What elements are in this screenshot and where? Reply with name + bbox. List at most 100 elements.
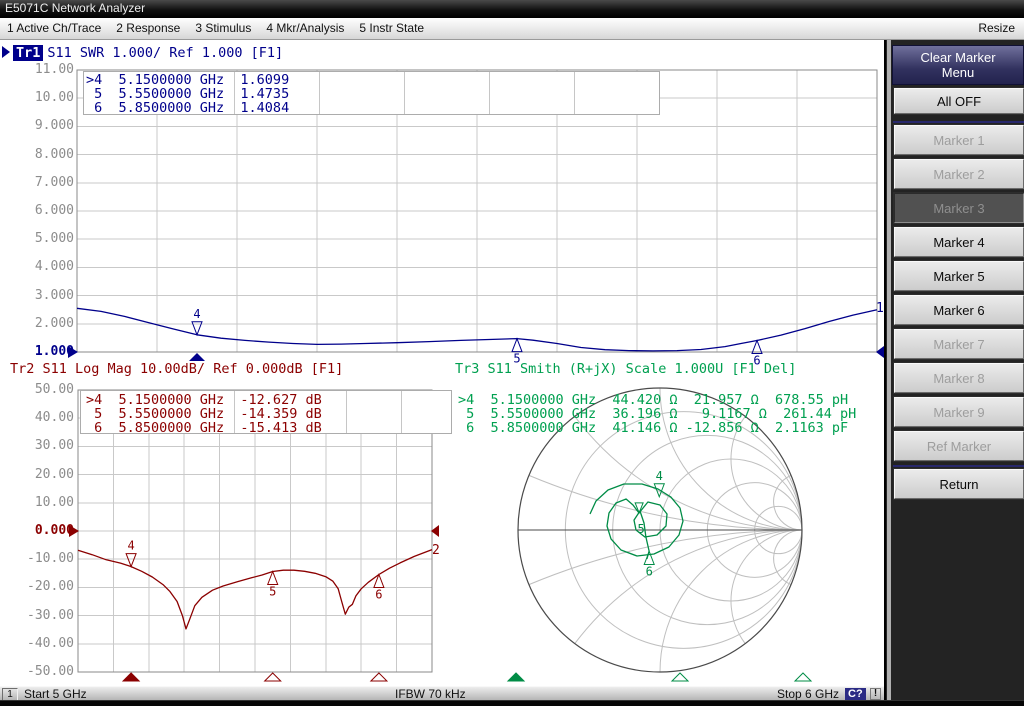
softkey-ref-marker[interactable]: Ref Marker xyxy=(894,431,1024,461)
menu-item[interactable]: 3 Stimulus xyxy=(195,18,251,39)
table-column-separator xyxy=(404,72,405,114)
tr3-header: Tr3 S11 Smith (R+jX) Scale 1.000U [F1 De… xyxy=(455,361,796,377)
softkey-marker-3[interactable]: Marker 3 xyxy=(894,193,1024,223)
marker-stimulus-triangle[interactable] xyxy=(795,673,811,681)
smith-reactance-arc xyxy=(731,530,802,644)
marker-stimulus-triangle[interactable] xyxy=(189,353,205,361)
resize-button[interactable]: Resize xyxy=(978,18,1015,39)
alert-indicator: ! xyxy=(870,688,881,700)
softkey-panel: Clear Marker Menu All OFF Marker 1 Marker … xyxy=(884,40,1024,700)
marker-readout-row: >4 5.1500000 GHz 44.420 Ω 21.957 Ω 678.5… xyxy=(458,393,856,407)
y-tick-label: 1.000 xyxy=(20,344,74,359)
window-title-bar: E5071C Network Analyzer xyxy=(0,0,1024,18)
tr2-trace-number: 2 xyxy=(432,543,440,558)
tr1-badge[interactable]: Tr1 xyxy=(13,45,43,61)
menu-item[interactable]: 4 Mkr/Analysis xyxy=(266,18,344,39)
table-column-separator xyxy=(319,72,320,114)
tr1-marker[interactable] xyxy=(512,339,522,352)
marker-stimulus-triangle[interactable] xyxy=(265,673,281,681)
tr2-marker[interactable] xyxy=(268,571,278,584)
softkey-marker-4[interactable]: Marker 4 xyxy=(894,227,1024,257)
y-tick-label: 11.00 xyxy=(20,62,74,77)
marker-readout-row: 6 5.8500000 GHz 1.4084 xyxy=(86,101,289,115)
marker-stimulus-triangle[interactable] xyxy=(123,673,139,681)
y-tick-label: 50.00 xyxy=(20,382,74,397)
analyzer-screen: E5071C Network Analyzer 1 Active Ch/Trac… xyxy=(0,0,1024,706)
marker-readout-row: >4 5.1500000 GHz -12.627 dB xyxy=(86,393,322,407)
marker-readout-row: 5 5.5500000 GHz 36.196 Ω 9.1167 Ω 261.44… xyxy=(458,407,856,421)
marker-number-label: 5 xyxy=(638,522,645,536)
y-tick-label: -40.00 xyxy=(20,636,74,651)
y-tick-label: 4.000 xyxy=(20,259,74,274)
softkey-marker-5[interactable]: Marker 5 xyxy=(894,261,1024,291)
tr1-header-row: Tr1S11 SWR 1.000/ Ref 1.000 [F1] xyxy=(2,45,283,60)
softkey-title-line2: Menu xyxy=(893,65,1023,80)
softkey-menu-title: Clear Marker Menu xyxy=(892,45,1024,85)
y-tick-label: 30.00 xyxy=(20,438,74,453)
menu-item[interactable]: 2 Response xyxy=(116,18,180,39)
marker-number-label: 4 xyxy=(656,469,663,483)
start-frequency: Start 5 GHz xyxy=(24,687,87,701)
y-tick-label: 9.000 xyxy=(20,118,74,133)
softkey-all-off[interactable]: All OFF xyxy=(894,88,1024,114)
ifbw-value: IFBW 70 kHz xyxy=(395,687,466,701)
y-tick-label: 20.00 xyxy=(20,467,74,482)
y-tick-label: -30.00 xyxy=(20,608,74,623)
bottom-strip xyxy=(0,700,1024,706)
marker-stimulus-triangle[interactable] xyxy=(508,673,524,681)
marker-readout-row: >4 5.1500000 GHz 1.6099 xyxy=(86,73,289,87)
softkey-marker-6[interactable]: Marker 6 xyxy=(894,295,1024,325)
menu-item[interactable]: 5 Instr State xyxy=(359,18,424,39)
softkey-marker-7[interactable]: Marker 7 xyxy=(894,329,1024,359)
marker-stimulus-triangle[interactable] xyxy=(371,673,387,681)
tr1-trace-number: 1 xyxy=(876,301,884,316)
tr1-header: S11 SWR 1.000/ Ref 1.000 [F1] xyxy=(47,45,283,61)
tr3-trace xyxy=(590,484,683,559)
table-column-separator xyxy=(574,72,575,114)
tr1-marker[interactable] xyxy=(752,340,762,353)
y-tick-label: 10.00 xyxy=(20,90,74,105)
stop-frequency: Stop 6 GHz xyxy=(777,687,839,701)
tr3-marker[interactable] xyxy=(644,551,654,564)
y-tick-label: 0.000 xyxy=(20,523,74,538)
active-trace-arrow-icon xyxy=(2,46,10,58)
softkey-marker-2[interactable]: Marker 2 xyxy=(894,159,1024,189)
tr2-header: Tr2 S11 Log Mag 10.00dB/ Ref 0.000dB [F1… xyxy=(10,361,343,377)
window-title: E5071C Network Analyzer xyxy=(5,1,145,15)
softkey-marker-9[interactable]: Marker 9 xyxy=(894,397,1024,427)
tr3-marker[interactable] xyxy=(635,503,643,513)
marker-number-label: 5 xyxy=(269,584,276,598)
tr1-marker-readout: >4 5.1500000 GHz 1.6099 5 5.5500000 GHz … xyxy=(86,73,289,115)
y-tick-label: 3.000 xyxy=(20,288,74,303)
y-tick-label: 6.000 xyxy=(20,203,74,218)
status-bar: 1 Start 5 GHz IFBW 70 kHz Stop 6 GHz C? … xyxy=(0,686,884,700)
y-tick-label: 2.000 xyxy=(20,316,74,331)
menu-item[interactable]: 1 Active Ch/Trace xyxy=(7,18,101,39)
y-tick-label: -20.00 xyxy=(20,579,74,594)
y-tick-label: -10.00 xyxy=(20,551,74,566)
y-tick-label: -50.00 xyxy=(20,664,74,679)
table-column-separator xyxy=(401,391,402,433)
marker-number-label: 4 xyxy=(193,307,200,321)
tr2-marker[interactable] xyxy=(126,554,136,567)
marker-number-label: 4 xyxy=(127,539,134,553)
tr2-marker-readout: >4 5.1500000 GHz -12.627 dB 5 5.5500000 … xyxy=(86,393,322,435)
marker-number-label: 6 xyxy=(375,587,382,601)
marker-readout-row: 5 5.5500000 GHz -14.359 dB xyxy=(86,407,322,421)
table-column-separator xyxy=(346,391,347,433)
marker-number-label: 6 xyxy=(646,564,653,578)
softkey-title-line1: Clear Marker xyxy=(893,50,1023,65)
softkey-marker-8[interactable]: Marker 8 xyxy=(894,363,1024,393)
y-tick-label: 8.000 xyxy=(20,147,74,162)
softkey-separator xyxy=(893,465,1024,467)
softkey-rail xyxy=(887,40,891,700)
tr1-marker[interactable] xyxy=(192,322,202,335)
y-tick-label: 10.00 xyxy=(20,495,74,510)
softkey-marker-1[interactable]: Marker 1 xyxy=(894,125,1024,155)
tr3-marker-readout: >4 5.1500000 GHz 44.420 Ω 21.957 Ω 678.5… xyxy=(458,393,856,435)
marker-stimulus-triangle[interactable] xyxy=(672,673,688,681)
y-tick-label: 40.00 xyxy=(20,410,74,425)
channel-window: 456456456 Tr1S11 SWR 1.000/ Ref 1.000 [F… xyxy=(0,40,884,686)
softkey-return[interactable]: Return xyxy=(894,469,1024,499)
tr3-marker[interactable] xyxy=(654,484,664,497)
